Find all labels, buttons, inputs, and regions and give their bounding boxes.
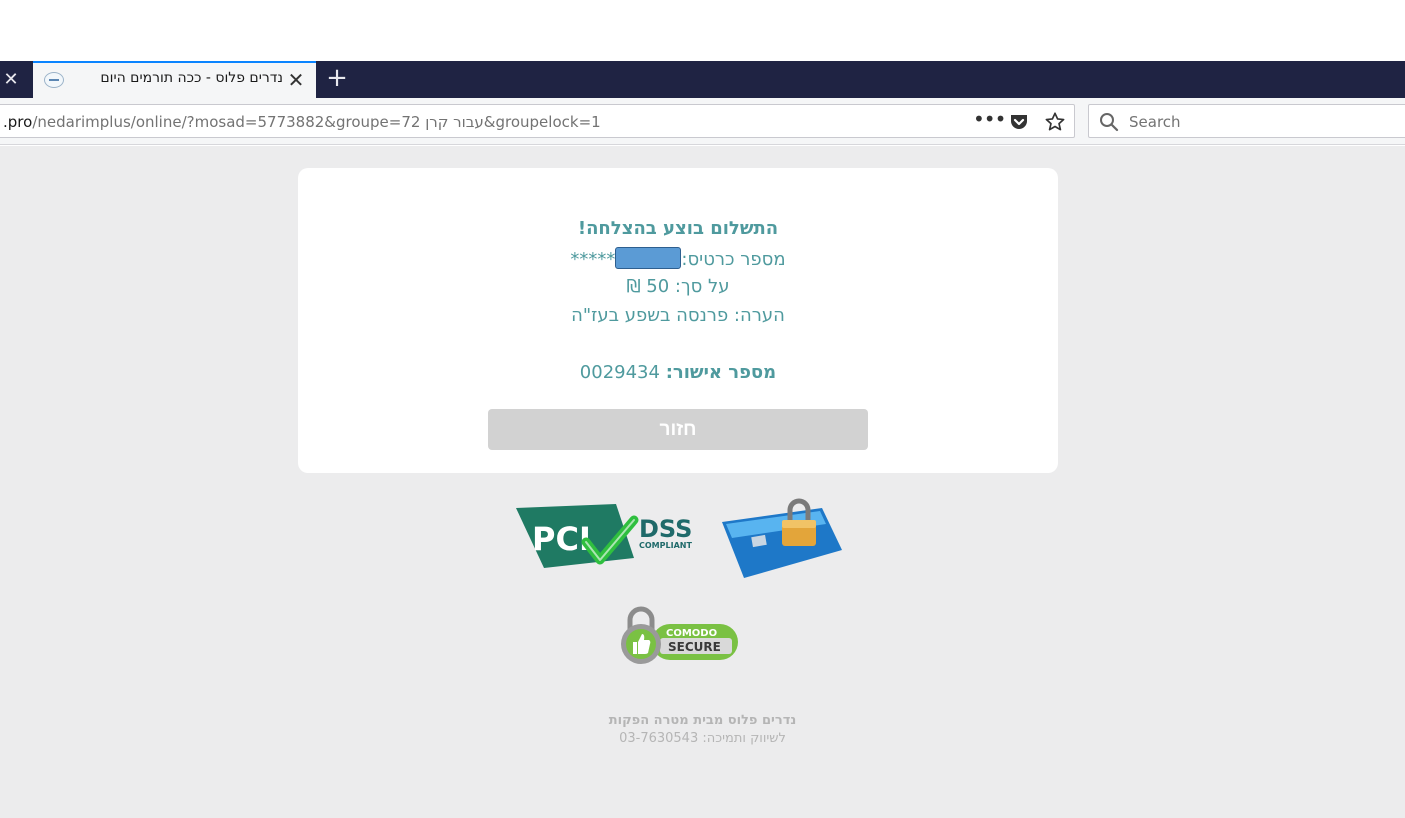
footer-company: נדרים פלוס מבית מטרה הפקות [608, 713, 797, 728]
url-path: /nedarimplus/online/?mosad=5773882&group… [32, 113, 601, 131]
search-bar[interactable]: Search [1088, 104, 1405, 138]
tab-title: נדרים פלוס - ככה תורמים היום [100, 70, 283, 86]
tab-bar: ✕ נדרים פלוס - ככה תורמים היום ✕ + [0, 61, 1405, 98]
card-number-line: מספר כרטיס: ***** [298, 247, 1058, 270]
approval-number: 0029434 [579, 362, 660, 383]
note-line: הערה: פרנסה בשפע בעז"ה [571, 305, 785, 326]
compliant-text: COMPLIANT [639, 541, 692, 550]
close-icon[interactable]: ✕ [0, 61, 22, 98]
success-title: התשלום בוצע בהצלחה! [577, 218, 779, 239]
address-bar[interactable]: .pro/nedarimplus/online/?mosad=5773882&g… [0, 104, 1075, 138]
footer-support: לשיווק ותמיכה: 03-7630543 [619, 731, 786, 746]
page-content: התשלום בוצע בהצלחה! מספר כרטיס: ***** על … [0, 146, 1405, 818]
comodo-secure-logo: COMODO SECURE [621, 606, 738, 664]
url-text[interactable]: .pro/nedarimplus/online/?mosad=5773882&g… [3, 113, 601, 131]
new-tab-icon[interactable]: + [323, 61, 351, 98]
approval-line: מספר אישור: 0029434 [298, 362, 1058, 383]
tab-active[interactable]: נדרים פלוס - ככה תורמים היום ✕ [33, 61, 316, 98]
comodo-text: COMODO [666, 628, 717, 639]
url-host: .pro [3, 113, 33, 131]
secure-text: SECURE [668, 640, 721, 654]
receipt-card: התשלום בוצע בהצלחה! מספר כרטיס: ***** על … [298, 168, 1058, 473]
close-tab-icon[interactable]: ✕ [285, 67, 307, 93]
card-label: מספר כרטיס: [681, 249, 786, 270]
redacted-card-digits [615, 247, 682, 269]
pocket-icon[interactable] [1009, 113, 1029, 131]
approval-label: מספר אישור: [665, 362, 777, 383]
desktop-background [0, 0, 1405, 61]
back-button[interactable]: חזור [488, 409, 868, 450]
amount-line: על סך: 50 ₪ [626, 276, 730, 297]
credit-card-lock-icon [722, 498, 842, 578]
pci-dss-compliant-logo: PCI DSS COMPLIANT [516, 504, 692, 568]
search-placeholder: Search [1129, 113, 1181, 131]
pci-text: PCI [532, 520, 591, 558]
site-favicon-icon [44, 72, 64, 88]
page-actions-icon[interactable]: ••• [973, 107, 1006, 135]
card-mask: ***** [570, 249, 616, 270]
dss-text: DSS [639, 515, 692, 543]
search-icon [1100, 113, 1119, 132]
navigation-toolbar: .pro/nedarimplus/online/?mosad=5773882&g… [0, 98, 1405, 145]
bookmark-star-icon[interactable] [1044, 111, 1066, 133]
